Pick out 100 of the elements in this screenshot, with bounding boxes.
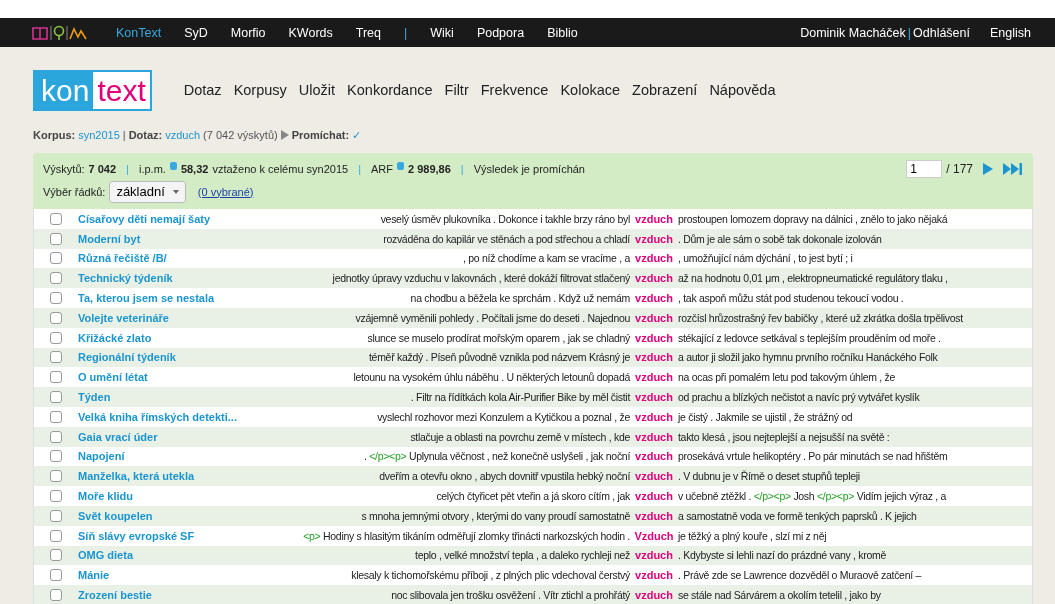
row-checkbox[interactable] <box>50 351 62 364</box>
row-checkbox[interactable] <box>50 292 62 305</box>
document-title[interactable]: Napojení <box>78 450 268 463</box>
document-title[interactable]: Technický týdeník <box>78 272 268 285</box>
app-logos-icon[interactable] <box>32 24 88 41</box>
row-checkbox[interactable] <box>50 450 62 463</box>
keyword[interactable]: vzduch <box>630 311 678 324</box>
document-title[interactable]: Ta, kterou jsem se nestala <box>78 292 268 305</box>
row-checkbox[interactable] <box>50 569 62 582</box>
page-input[interactable]: 1 <box>906 159 943 178</box>
left-context: dveřím a otevřu okno , abych dovnitř vpustila hebký noční <box>379 470 630 483</box>
next-page-icon[interactable] <box>983 162 993 175</box>
row-checkbox[interactable] <box>50 331 62 344</box>
keyword[interactable]: vzduch <box>630 252 678 265</box>
nav-link[interactable]: Wiki <box>430 25 454 40</box>
document-title[interactable]: Síň slávy evropské SF <box>78 529 268 542</box>
document-title[interactable]: Moře klidu <box>78 490 268 503</box>
triangle-icon <box>280 130 289 140</box>
row-checkbox[interactable] <box>50 470 62 483</box>
shuffle-check[interactable]: ✓ <box>352 128 362 142</box>
document-title[interactable]: Volejte veterináře <box>78 311 268 324</box>
row-checkbox[interactable] <box>50 371 62 384</box>
row-checkbox[interactable] <box>50 589 62 602</box>
document-title[interactable]: Křižácké zlato <box>78 331 268 344</box>
left-context: rozváděna do kapilár ve stěnách a pod střechou a chladí <box>383 232 630 245</box>
document-title[interactable]: Svět koupelen <box>78 509 268 522</box>
row-checkbox[interactable] <box>50 272 62 285</box>
row-checkbox[interactable] <box>50 212 62 225</box>
row-selection-dropdown[interactable]: základní <box>109 180 186 203</box>
document-title[interactable]: Císařovy děti nemají šaty <box>78 212 268 225</box>
keyword[interactable]: vzduch <box>630 272 678 285</box>
app-link[interactable]: KWords <box>288 25 333 40</box>
nav-link[interactable]: Podpora <box>476 25 525 40</box>
document-title[interactable]: OMG dieta <box>78 549 268 562</box>
app-link[interactable]: Morfio <box>230 25 266 40</box>
keyword[interactable]: vzduch <box>630 371 678 384</box>
keyword[interactable]: vzduch <box>630 292 678 305</box>
kontext-logo[interactable]: kon text <box>33 69 152 111</box>
language-link[interactable]: English <box>990 25 1031 40</box>
keyword[interactable]: vzduch <box>630 410 678 423</box>
row-checkbox[interactable] <box>50 311 62 324</box>
keyword[interactable]: Vzduch <box>630 529 678 542</box>
right-context: v učebně ztěžkl . </p><p> Josh </p><p> Vidím jejich výraz , a <box>678 490 947 503</box>
corpus-link[interactable]: syn2015 <box>78 129 120 141</box>
row-checkbox[interactable] <box>50 232 62 245</box>
keyword[interactable]: vzduch <box>630 450 678 463</box>
keyword[interactable]: vzduch <box>630 470 678 483</box>
nav-link[interactable]: Biblio <box>547 25 578 40</box>
keyword[interactable]: vzduch <box>630 331 678 344</box>
keyword[interactable]: vzduch <box>630 391 678 404</box>
menu-item[interactable]: Dotaz <box>183 82 222 98</box>
keyword[interactable]: vzduch <box>630 569 678 582</box>
keyword[interactable]: vzduch <box>630 212 678 225</box>
document-title[interactable]: Gaia vrací úder <box>78 430 268 443</box>
document-title[interactable]: Týden <box>78 391 268 404</box>
separator: | <box>126 162 129 175</box>
help-icon[interactable] <box>169 161 177 170</box>
document-title[interactable]: Mánie <box>78 569 268 582</box>
help-icon[interactable] <box>397 161 404 170</box>
menu-item[interactable]: Filtr <box>444 82 469 98</box>
document-title[interactable]: Velká kniha římských detekti... <box>78 410 268 423</box>
row-selection-label: Výběr řádků: <box>43 185 106 198</box>
menu-item[interactable]: Uložit <box>298 82 336 98</box>
keyword[interactable]: vzduch <box>630 430 678 443</box>
logout-link[interactable]: Odhlášení <box>913 25 970 40</box>
row-checkbox[interactable] <box>50 509 62 522</box>
keyword[interactable]: vzduch <box>630 549 678 562</box>
menu-item[interactable]: Frekvence <box>480 82 549 98</box>
selected-count-link[interactable]: (0 vybrané) <box>197 185 254 198</box>
corpus-label: Korpus: <box>33 129 76 141</box>
query-link[interactable]: vzduch <box>165 129 201 141</box>
document-title[interactable]: Různá řečiště /B/ <box>78 252 268 265</box>
app-link[interactable]: SyD <box>184 25 208 40</box>
row-checkbox[interactable] <box>50 410 62 423</box>
document-title[interactable]: Moderní byt <box>78 232 268 245</box>
keyword[interactable]: vzduch <box>630 351 678 364</box>
menu-item[interactable]: Nápověda <box>709 82 776 98</box>
document-title[interactable]: O umění létat <box>78 371 268 384</box>
app-link[interactable]: Treq <box>355 25 381 40</box>
keyword[interactable]: vzduch <box>630 232 678 245</box>
user-name: Dominik Macháček <box>800 25 906 40</box>
keyword[interactable]: vzduch <box>630 589 678 602</box>
row-checkbox[interactable] <box>50 391 62 404</box>
app-link[interactable]: KonText <box>116 25 162 40</box>
last-page-icon[interactable] <box>1003 162 1023 175</box>
menu-item[interactable]: Kolokace <box>560 82 621 98</box>
row-checkbox[interactable] <box>50 549 62 562</box>
document-title[interactable]: Manželka, která utekla <box>78 470 268 483</box>
menu-item[interactable]: Zobrazení <box>632 82 698 98</box>
keyword[interactable]: vzduch <box>630 490 678 503</box>
row-checkbox[interactable] <box>50 490 62 503</box>
keyword[interactable]: vzduch <box>630 509 678 522</box>
menu-item[interactable]: Korpusy <box>233 82 287 98</box>
document-title[interactable]: Zrození bestie <box>78 589 268 602</box>
row-checkbox[interactable] <box>50 252 62 265</box>
document-title[interactable]: Regionální týdeník <box>78 351 268 364</box>
menu-item[interactable]: Konkordance <box>347 82 433 98</box>
row-checkbox[interactable] <box>50 430 62 443</box>
row-checkbox[interactable] <box>50 529 62 542</box>
page-count: / 177 <box>946 161 973 176</box>
